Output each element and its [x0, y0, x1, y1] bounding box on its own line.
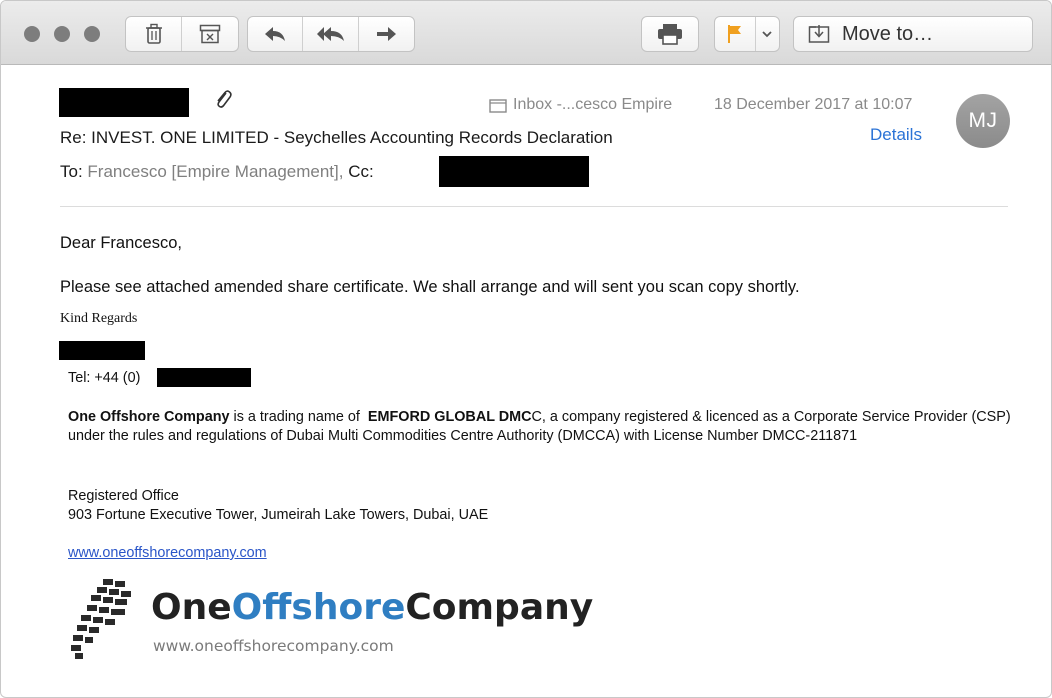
mail-window: Move to… Inbox -...cesco Empire 18 Decem… [0, 0, 1052, 698]
reply-all-icon [316, 27, 344, 41]
trash-icon [145, 23, 162, 44]
redacted-phone [157, 368, 251, 387]
forward-arrow-icon [377, 27, 397, 41]
minimize-window-button[interactable] [54, 26, 70, 42]
close-window-button[interactable] [24, 26, 40, 42]
header-divider [60, 206, 1008, 207]
move-to-folder-icon [808, 25, 830, 43]
recipients-line: To: Francesco [Empire Management], Cc: [60, 162, 374, 182]
move-to-group: Move to… [793, 16, 1033, 52]
print-group [641, 16, 699, 52]
delete-archive-group [125, 16, 239, 52]
mailbox-label: Inbox -...cesco Empire [513, 96, 673, 113]
chevron-down-icon [762, 30, 772, 37]
trash-button[interactable] [126, 17, 182, 51]
flag-button[interactable] [715, 17, 756, 51]
redacted-sender [59, 88, 189, 117]
tel-label: Tel: +44 (0) [68, 370, 141, 386]
office-address: 903 Fortune Executive Tower, Jumeirah La… [68, 507, 489, 523]
cc-label: Cc: [348, 162, 374, 181]
reply-forward-group [247, 16, 415, 52]
move-to-label: Move to… [842, 22, 934, 45]
company-legal-name: EMFORD GLOBAL DMC [367, 409, 532, 425]
registered-office: Registered Office 903 Fortune Executive … [68, 487, 488, 525]
reply-icon [265, 27, 286, 41]
logo-mark-icon [71, 579, 131, 659]
redacted-signer-name [59, 341, 145, 360]
company-statement: One Offshore Company is a trading name o… [68, 408, 1023, 446]
reply-all-button[interactable] [303, 17, 359, 51]
company-text: is a trading name of [229, 409, 368, 425]
website-link[interactable]: www.oneoffshorecompany.com [68, 545, 267, 561]
logo-word-one: One [151, 587, 232, 628]
logo-word-company: Company [405, 587, 594, 628]
to-recipient[interactable]: Francesco [Empire Management], [87, 162, 343, 181]
redacted-cc [439, 156, 589, 187]
paperclip-icon [217, 90, 232, 108]
forward-button[interactable] [359, 17, 414, 51]
move-to-button[interactable]: Move to… [794, 17, 1032, 51]
flag-group [714, 16, 780, 52]
print-button[interactable] [642, 17, 698, 51]
message-subject: Re: INVEST. ONE LIMITED - Seychelles Acc… [60, 128, 613, 147]
body-paragraph: Please see attached amended share certif… [60, 278, 800, 296]
flag-menu-button[interactable] [756, 17, 779, 51]
message-date: 18 December 2017 at 10:07 [714, 96, 913, 113]
company-logo: OneOffshoreCompany www.oneoffshorecompan… [67, 577, 607, 667]
kind-regards: Kind Regards [60, 311, 138, 326]
office-heading: Registered Office [68, 488, 179, 504]
to-label: To: [60, 162, 83, 181]
logo-wordmark: OneOffshoreCompany [151, 587, 593, 628]
toolbar: Move to… [1, 1, 1051, 65]
greeting: Dear Francesco, [60, 234, 182, 252]
logo-word-offshore: Offshore [231, 587, 406, 628]
folder-icon [489, 98, 507, 113]
avatar: MJ [956, 94, 1010, 148]
mailbox-location[interactable]: Inbox -...cesco Empire [489, 96, 672, 114]
details-link[interactable]: Details [870, 125, 922, 145]
flag-icon [727, 25, 741, 43]
zoom-window-button[interactable] [84, 26, 100, 42]
archive-icon [199, 24, 221, 44]
printer-icon [658, 24, 682, 45]
logo-url: www.oneoffshorecompany.com [153, 637, 394, 655]
archive-button[interactable] [182, 17, 238, 51]
company-name: One Offshore Company [68, 409, 230, 425]
reply-button[interactable] [248, 17, 304, 51]
